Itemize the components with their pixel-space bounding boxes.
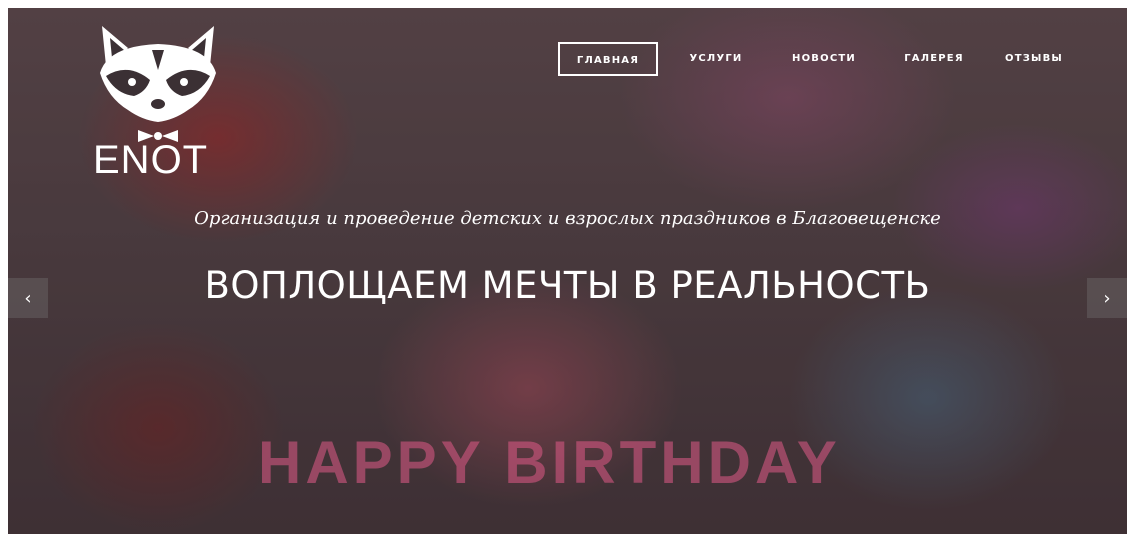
hero-subtitle: Организация и проведение детских и взрос… xyxy=(194,208,941,229)
carousel-prev-button[interactable]: ‹ xyxy=(8,278,48,318)
nav-item-services[interactable]: УСЛУГИ xyxy=(676,42,756,76)
hero-slider: HAPPY BIRTHDAY ENOT ГЛАВНАЯ УСЛУГИ НОВОС… xyxy=(8,8,1127,534)
chevron-right-icon: › xyxy=(1103,287,1111,309)
carousel-next-button[interactable]: › xyxy=(1087,278,1127,318)
birthday-candles-text: HAPPY BIRTHDAY xyxy=(258,429,841,496)
nav-item-gallery[interactable]: ГАЛЕРЕЯ xyxy=(894,42,974,76)
birthday-candles-decoration: HAPPY BIRTHDAY xyxy=(258,428,841,497)
main-nav: ГЛАВНАЯ УСЛУГИ НОВОСТИ ГАЛЕРЕЯ ОТЗЫВЫ xyxy=(556,42,1076,78)
hero-headline: ВОПЛОЩАЕМ МЕЧТЫ В РЕАЛЬНОСТЬ xyxy=(204,264,931,307)
raccoon-icon xyxy=(100,26,216,142)
nav-item-reviews[interactable]: ОТЗЫВЫ xyxy=(992,42,1076,76)
site-logo[interactable]: ENOT xyxy=(88,18,228,188)
logo-text: ENOT xyxy=(93,138,209,182)
nav-item-news[interactable]: НОВОСТИ xyxy=(778,42,870,76)
chevron-left-icon: ‹ xyxy=(24,287,32,309)
nav-item-home[interactable]: ГЛАВНАЯ xyxy=(558,42,658,76)
